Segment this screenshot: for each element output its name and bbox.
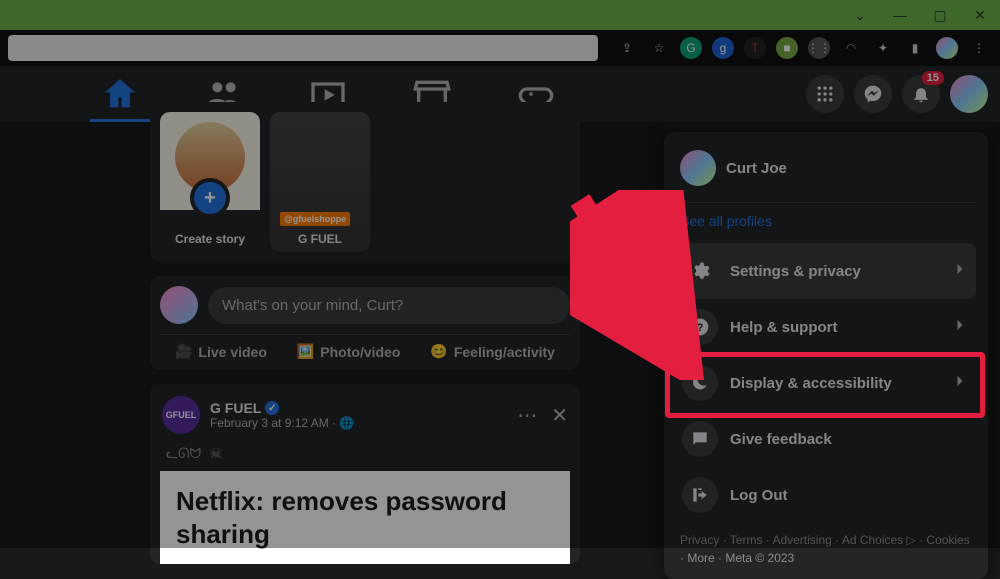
composer: What's on your mind, Curt? 🎥Live video 🖼… [150,276,580,370]
post-author-name[interactable]: G FUEL✓ [210,400,354,416]
see-all-profiles-link[interactable]: See all profiles [676,202,976,243]
window-dropdown[interactable]: ⌄ [850,7,870,24]
feed-column: + Create story @gfuelshoppe G FUEL What'… [150,122,580,564]
create-story-label: Create story [169,226,251,252]
verified-icon: ✓ [265,401,279,415]
menu-item-label: Settings & privacy [730,263,861,280]
share-icon[interactable]: ⇪ [616,37,638,59]
menu-settings-privacy[interactable]: Settings & privacy [676,243,976,299]
bookmarks-icon[interactable]: ▮ [904,37,926,59]
extensions-icon[interactable]: ✦ [872,37,894,59]
menu-profile-row[interactable]: Curt Joe [676,144,976,192]
photo-icon: 🖼️ [297,343,314,360]
video-icon: 🎥 [175,343,192,360]
menu-item-label: Give feedback [730,431,832,448]
messenger-button[interactable] [854,75,892,113]
post-text: ᓚᘏᗢ ☠ [150,446,580,471]
plus-icon: + [190,178,230,218]
menu-log-out[interactable]: Log Out [676,467,976,523]
address-bar[interactable] [8,35,598,61]
create-story-card[interactable]: + Create story [160,112,260,252]
post-close-icon[interactable]: ✕ [551,403,568,428]
feed-post: GFUEL G FUEL✓ February 3 at 9:12 AM · 🌐 … [150,384,580,564]
nav-home[interactable] [100,66,140,122]
composer-input[interactable]: What's on your mind, Curt? [208,287,570,324]
account-avatar-button[interactable] [950,75,988,113]
composer-live-video[interactable]: 🎥Live video [175,343,267,360]
story-card[interactable]: @gfuelshoppe G FUEL [270,112,370,252]
logout-icon [682,477,718,513]
gear-icon [682,253,718,289]
post-media-card[interactable]: Netflix: removes password sharing [160,471,570,564]
window-minimize[interactable]: — [890,7,910,23]
svg-text:?: ? [697,322,704,334]
browser-profile-avatar[interactable] [936,37,958,59]
help-icon: ? [682,309,718,345]
feeling-icon: 😊 [430,343,447,360]
story-tag: @gfuelshoppe [280,212,350,226]
notifications-button[interactable]: 15 [902,75,940,113]
menu-give-feedback[interactable]: Give feedback [676,411,976,467]
chevron-right-icon [950,259,970,283]
menu-item-label: Log Out [730,487,787,504]
menu-avatar [680,150,716,186]
content-area: + Create story @gfuelshoppe G FUEL What'… [0,122,1000,548]
post-more-icon[interactable]: ⋯ [517,403,537,428]
menu-grid-button[interactable] [806,75,844,113]
ext-icon-1[interactable]: G [680,37,702,59]
composer-photo-video[interactable]: 🖼️Photo/video [297,343,401,360]
ext-icon-3[interactable]: T [744,37,766,59]
menu-footer: Privacy · Terms · Advertising · Ad Choic… [676,523,976,567]
post-author-avatar[interactable]: GFUEL [162,396,200,434]
notifications-badge: 15 [922,71,944,85]
feedback-icon [682,421,718,457]
moon-icon [682,365,718,401]
browser-toolbar: ⇪ ☆ G g T ■ ⋮⋮ ◠ ✦ ▮ ⋮ [0,30,1000,66]
ext-icon-4[interactable]: ■ [776,37,798,59]
menu-help-support[interactable]: ? Help & support [676,299,976,355]
ext-icon-5[interactable]: ⋮⋮ [808,37,830,59]
menu-display-accessibility[interactable]: Display & accessibility [676,355,976,411]
window-close[interactable]: ✕ [970,7,990,24]
ext-icon-2[interactable]: g [712,37,734,59]
window-maximize[interactable]: ▢ [930,7,950,24]
browser-menu-icon[interactable]: ⋮ [968,37,990,59]
composer-avatar[interactable] [160,286,198,324]
window-titlebar: ⌄ — ▢ ✕ [0,0,1000,30]
composer-feeling[interactable]: 😊Feeling/activity [430,343,555,360]
star-icon[interactable]: ☆ [648,37,670,59]
menu-item-label: Help & support [730,319,838,336]
menu-profile-name: Curt Joe [726,160,787,177]
stories-tray: + Create story @gfuelshoppe G FUEL [150,102,580,262]
post-timestamp[interactable]: February 3 at 9:12 AM · 🌐 [210,416,354,430]
chevron-right-icon [950,371,970,395]
account-menu: Curt Joe See all profiles Settings & pri… [664,132,988,579]
ext-icon-6[interactable]: ◠ [840,37,862,59]
chevron-right-icon [950,315,970,339]
story-label: G FUEL [292,226,348,252]
menu-item-label: Display & accessibility [730,375,892,392]
